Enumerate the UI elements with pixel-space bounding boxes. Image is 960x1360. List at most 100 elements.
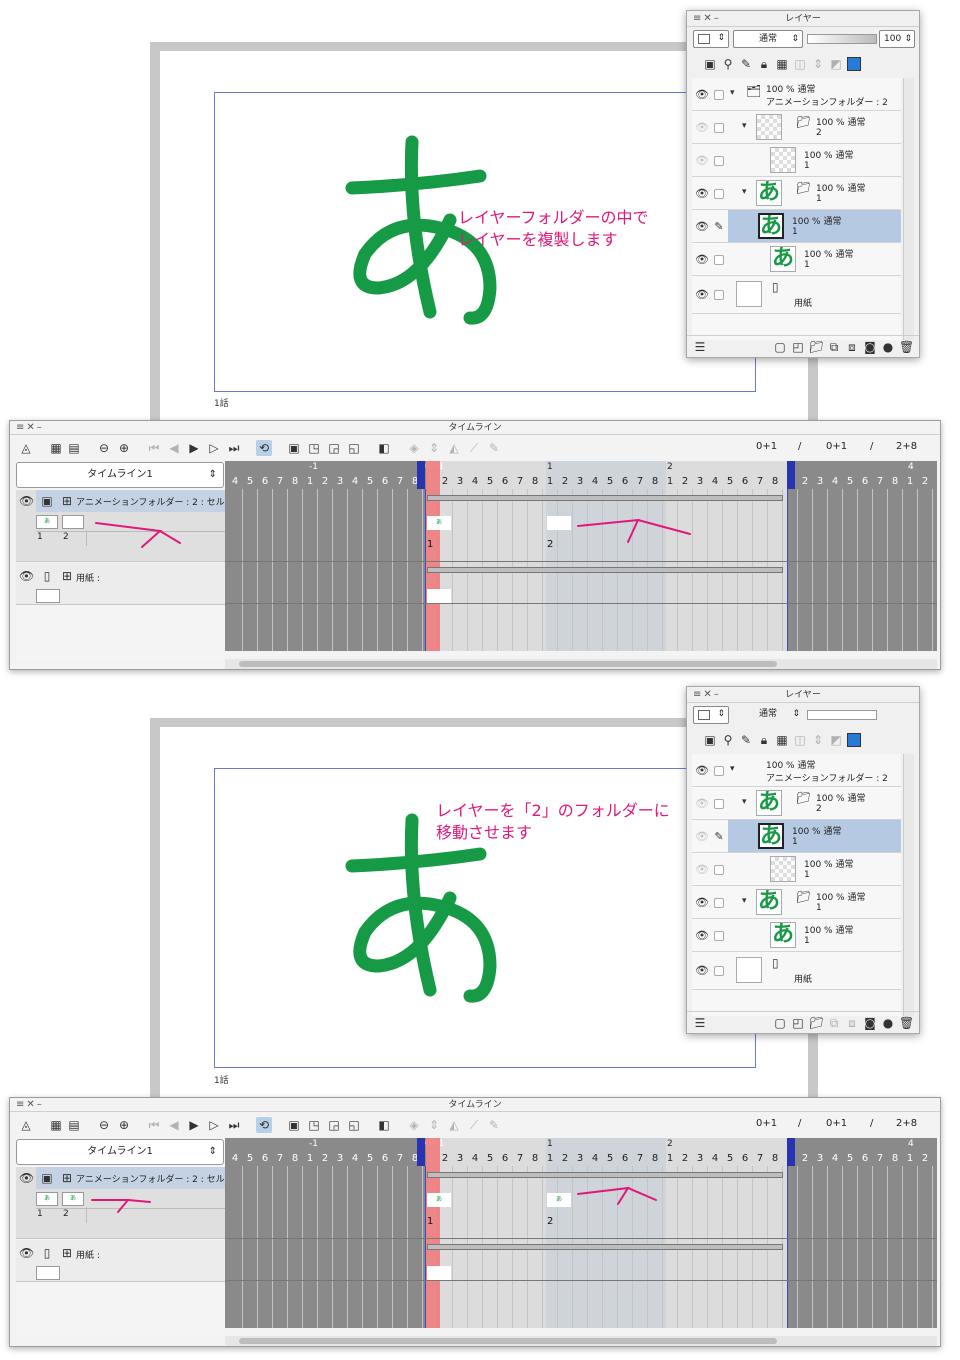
range-marker[interactable]	[787, 1138, 795, 1166]
scroll-thumb[interactable]	[239, 661, 777, 667]
camera-icon[interactable]: ◭	[446, 1117, 462, 1133]
new-anim-folder-icon[interactable]: ▣	[286, 1117, 302, 1133]
graph-icon[interactable]: ◬	[18, 1117, 34, 1133]
loop-icon[interactable]: ⟲	[256, 440, 272, 456]
expand-plus-icon[interactable]: ⊞	[60, 1171, 74, 1185]
new-timeline-icon[interactable]: ▦	[48, 1117, 64, 1133]
blend-mode-select[interactable]: 通常 ⇕	[733, 706, 803, 724]
zoom-in-icon[interactable]: ⊕	[116, 440, 132, 456]
scroll-thumb[interactable]	[239, 1338, 777, 1344]
mask-icon[interactable]: ◫	[793, 733, 807, 747]
layer-checkbox[interactable]	[714, 123, 724, 133]
ruler-icon[interactable]: ⇕	[811, 733, 825, 747]
layer-row[interactable]: 👁︎ ▾ 🗂︎ 100 % 通常 アニメーションフォルダー : 2	[692, 78, 901, 111]
new-folder-icon[interactable]: 📁︎	[809, 1016, 824, 1030]
cel-thumb[interactable]	[62, 515, 84, 529]
new-timeline-icon[interactable]: ▦	[48, 440, 64, 456]
panel-window-controls[interactable]: ≡✕–	[693, 11, 721, 27]
timeline-grid[interactable]: 4567812345678123456781234567812345678123…	[225, 1138, 937, 1328]
expand-triangle-icon[interactable]: ▾	[742, 121, 747, 131]
timeline-hscroll[interactable]	[225, 659, 937, 669]
zoom-in-icon[interactable]: ⊕	[116, 1117, 132, 1133]
layer-row[interactable]: 👁︎ ▾ あ 📁︎ 100 % 通常 2	[692, 787, 901, 820]
playhead[interactable]	[426, 1138, 440, 1328]
layer-checkbox[interactable]	[714, 189, 724, 199]
panel-menu-icon[interactable]: ☰	[693, 340, 707, 354]
apply-mask-icon[interactable]: ●	[881, 1016, 895, 1030]
new-raster-layer-icon[interactable]: ▢	[773, 340, 787, 354]
expression-color-select[interactable]: ⇕	[693, 706, 729, 724]
track-paper[interactable]: 👁︎ ▯ ⊞ 用紙 :	[16, 1240, 225, 1282]
delete-layer-icon[interactable]: 🗑︎	[899, 1016, 914, 1030]
expand-triangle-icon[interactable]: ▾	[730, 764, 735, 774]
keyframe-icon[interactable]: ◈	[406, 1117, 422, 1133]
eye-icon[interactable]: 👁︎	[695, 830, 709, 843]
draft-icon[interactable]: ✎	[739, 57, 753, 71]
new-vector-layer-icon[interactable]: ◰	[791, 1016, 805, 1030]
paper-cel[interactable]	[427, 589, 451, 603]
mask-range-icon[interactable]: ◩	[829, 57, 843, 71]
paper-cel[interactable]	[427, 1266, 451, 1280]
camera-icon[interactable]: ◭	[446, 440, 462, 456]
layer-list-scrollbar[interactable]	[903, 78, 914, 340]
layer-checkbox[interactable]	[714, 898, 724, 908]
specify-cel-icon[interactable]: ◲	[326, 1117, 342, 1133]
eye-icon[interactable]: 👁︎	[695, 929, 709, 942]
interpolation-icon[interactable]: ⟋	[466, 440, 482, 456]
mask-layer-icon[interactable]: ◙	[863, 1016, 877, 1030]
eye-icon[interactable]: 👁︎	[695, 88, 709, 101]
panel-window-controls[interactable]: ≡✕–	[16, 421, 44, 435]
edit-timeline-icon[interactable]: ▤	[66, 1117, 82, 1133]
frame-ruler[interactable]: 4567812345678123456781234567812345678123…	[225, 461, 937, 489]
zoom-out-icon[interactable]: ⊖	[96, 1117, 112, 1133]
eye-icon[interactable]: 👁︎	[695, 964, 709, 977]
eye-icon[interactable]: 👁︎	[19, 1171, 34, 1185]
play-icon[interactable]: ▶	[186, 1117, 202, 1133]
eye-icon[interactable]: 👁︎	[19, 569, 34, 583]
layer-checkbox[interactable]	[714, 931, 724, 941]
opacity-slider[interactable]	[807, 710, 877, 720]
layer-checkbox[interactable]	[714, 90, 724, 100]
keyframe-icon[interactable]: ◈	[406, 440, 422, 456]
mask-layer-icon[interactable]: ◙	[863, 340, 877, 354]
new-anim-cel-icon[interactable]: ◳	[306, 440, 322, 456]
layer-row[interactable]: 👁︎ あ 100 % 通常 1	[692, 919, 901, 952]
new-anim-folder-icon[interactable]: ▣	[286, 440, 302, 456]
layer-row[interactable]: 👁︎ ▾ 100 % 通常 アニメーションフォルダー : 2	[692, 754, 901, 787]
first-frame-icon[interactable]: ⏮	[146, 1117, 162, 1133]
timeline-cel[interactable]	[547, 516, 571, 530]
onion-skin-icon[interactable]: ◧	[376, 1117, 392, 1133]
graph-icon[interactable]: ◬	[18, 440, 34, 456]
transfer-down-icon[interactable]: ⧉	[827, 340, 841, 354]
clip-icon[interactable]: ▣	[703, 57, 717, 71]
timeline-hscroll[interactable]	[225, 1336, 937, 1346]
eye-icon[interactable]: 👁︎	[695, 288, 709, 301]
loop-icon[interactable]: ⟲	[256, 1117, 272, 1133]
next-frame-icon[interactable]: ▷	[206, 1117, 222, 1133]
expand-plus-icon[interactable]: ⊞	[60, 1246, 74, 1260]
new-vector-layer-icon[interactable]: ◰	[791, 340, 805, 354]
blend-mode-select[interactable]: 通常 ⇕	[733, 30, 803, 48]
cel-list-icon[interactable]: ◱	[346, 440, 362, 456]
keyframe-toggle-icon[interactable]: ⇕	[426, 440, 442, 456]
prev-frame-icon[interactable]: ◀	[166, 1117, 182, 1133]
layer-row-selected[interactable]: 👁︎ ✎ あ 100 % 通常 1	[692, 210, 901, 243]
range-marker[interactable]	[417, 461, 425, 489]
opacity-slider[interactable]	[807, 34, 877, 44]
expression-color-select[interactable]: ⇕	[693, 30, 729, 48]
cel-list-icon[interactable]: ◱	[346, 1117, 362, 1133]
reference-icon[interactable]: ⚲	[721, 57, 735, 71]
eye-icon[interactable]: 👁︎	[695, 764, 709, 777]
layer-color-icon[interactable]	[847, 57, 861, 71]
onion-skin-icon[interactable]: ◧	[376, 440, 392, 456]
layer-checkbox[interactable]	[714, 865, 724, 875]
layer-checkbox[interactable]	[714, 290, 724, 300]
layer-row-selected[interactable]: 👁︎ ✎ あ 100 % 通常 1	[692, 820, 901, 853]
lock-transparent-icon[interactable]: ▦	[775, 57, 789, 71]
specify-cel-icon[interactable]: ◲	[326, 440, 342, 456]
eye-icon[interactable]: 👁︎	[695, 121, 709, 134]
new-folder-icon[interactable]: 📁︎	[809, 340, 824, 354]
layer-checkbox[interactable]	[714, 156, 724, 166]
eye-icon[interactable]: 👁︎	[695, 896, 709, 909]
lock-transparent-icon[interactable]: ▦	[775, 733, 789, 747]
